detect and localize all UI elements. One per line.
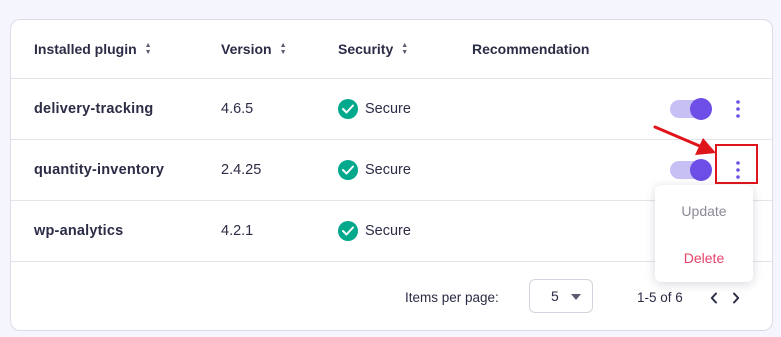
column-header-recommendation: Recommendation: [472, 20, 589, 78]
security-status-label: Secure: [365, 101, 411, 117]
security-status: Secure: [338, 140, 411, 200]
chevron-right-icon[interactable]: [728, 289, 744, 307]
security-status-label: Secure: [365, 223, 411, 239]
annotation-highlight-box: [715, 144, 758, 184]
plugin-name: delivery-tracking: [34, 101, 154, 117]
column-header-plugin-label: Installed plugin: [34, 41, 137, 57]
sort-icon[interactable]: ▲ ▼: [280, 42, 287, 56]
column-header-security[interactable]: Security ▲ ▼: [338, 20, 408, 78]
items-per-page-select[interactable]: 5: [529, 279, 593, 313]
column-header-recommendation-label: Recommendation: [472, 41, 590, 57]
plugin-enabled-toggle[interactable]: [670, 159, 712, 181]
security-status: Secure: [338, 79, 411, 139]
plugin-enabled-toggle[interactable]: [670, 98, 712, 120]
items-per-page-value: 5: [551, 288, 559, 304]
sort-icon[interactable]: ▲ ▼: [145, 42, 152, 56]
plugin-name: wp-analytics: [34, 223, 124, 239]
plugin-version: 2.4.25: [221, 162, 262, 178]
kebab-menu-icon[interactable]: [728, 96, 748, 122]
table-header: Installed plugin ▲ ▼ Version ▲ ▼ Security …: [11, 20, 772, 79]
plugin-actions-menu: Update Delete: [655, 185, 753, 282]
plugin-name: quantity-inventory: [34, 162, 165, 178]
check-circle-icon: [338, 99, 358, 119]
menu-item-delete[interactable]: Delete: [655, 250, 753, 266]
check-circle-icon: [338, 221, 358, 241]
chevron-down-icon: [571, 294, 581, 300]
sort-icon[interactable]: ▲ ▼: [401, 42, 408, 56]
items-per-page-label: Items per page:: [405, 290, 499, 305]
column-header-version[interactable]: Version ▲ ▼: [221, 20, 287, 78]
plugin-version: 4.6.5: [221, 101, 254, 117]
pagination-range: 1-5 of 6: [637, 290, 683, 305]
check-circle-icon: [338, 160, 358, 180]
column-header-plugin[interactable]: Installed plugin ▲ ▼: [34, 20, 152, 78]
security-status-label: Secure: [365, 162, 411, 178]
plugin-version: 4.2.1: [221, 223, 254, 239]
security-status: Secure: [338, 201, 411, 261]
plugins-table-card: Installed plugin ▲ ▼ Version ▲ ▼ Security …: [10, 19, 773, 331]
arrow-icon: [653, 125, 716, 155]
column-header-security-label: Security: [338, 41, 394, 57]
column-header-version-label: Version: [221, 41, 272, 57]
chevron-left-icon[interactable]: [706, 289, 722, 307]
toggle-knob: [690, 159, 712, 181]
toggle-knob: [690, 98, 712, 120]
menu-item-update[interactable]: Update: [655, 203, 753, 219]
